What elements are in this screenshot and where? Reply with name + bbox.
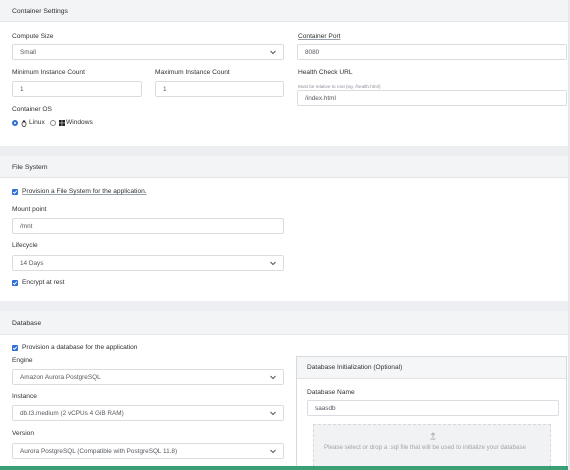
windows-icon <box>59 120 65 126</box>
provision-file-system-label: Provision a File System for the applicat… <box>22 188 147 195</box>
engine-value: Amazon Aurora PostgreSQL <box>20 374 101 381</box>
container-port-input[interactable]: 8080 <box>297 44 567 60</box>
max-instance-count-input[interactable]: 1 <box>155 81 284 97</box>
engine-label: Engine <box>12 357 33 364</box>
section-divider <box>0 146 570 156</box>
max-instance-count-label: Maximum Instance Count <box>155 69 230 76</box>
os-windows-label: Windows <box>66 119 93 126</box>
database-name-value: saasdb <box>315 405 336 412</box>
sql-file-dropzone[interactable]: Please select or drop a .sql file that w… <box>313 424 551 467</box>
version-select[interactable]: Aurora PostgreSQL (Compatible with Postg… <box>12 443 284 459</box>
container-port-label: Container Port <box>298 33 341 40</box>
chevron-down-icon <box>270 261 276 266</box>
encrypt-at-rest-label: Encrypt at rest <box>22 279 65 286</box>
upload-icon <box>430 432 436 440</box>
min-instance-count-value: 1 <box>20 86 24 93</box>
database-name-input[interactable]: saasdb <box>307 400 559 416</box>
section-title: Container Settings <box>12 8 68 15</box>
compute-size-select[interactable]: Small <box>12 44 284 60</box>
database-header: Database <box>0 311 570 335</box>
linux-icon <box>21 119 27 127</box>
health-check-url-value: /index.html <box>305 95 336 102</box>
container-port-value: 8080 <box>305 49 320 56</box>
file-system-header: File System <box>0 156 570 178</box>
container-settings-header: Container Settings <box>0 0 570 22</box>
version-label: Version <box>12 430 34 437</box>
mount-point-input[interactable]: /mnt <box>12 218 284 234</box>
os-linux-label: Linux <box>29 119 45 126</box>
panel-header: Database Initialization (Optional) <box>297 357 566 379</box>
lifecycle-label: Lifecycle <box>12 242 38 249</box>
provision-file-system-checkbox[interactable] <box>12 189 18 195</box>
chevron-down-icon <box>270 50 276 55</box>
compute-size-value: Small <box>20 49 36 56</box>
lifecycle-select[interactable]: 14 Days <box>12 255 284 271</box>
checkmark-icon <box>12 346 18 351</box>
mount-point-label: Mount point <box>12 206 47 213</box>
panel-title: Database Initialization (Optional) <box>307 364 403 371</box>
container-os-label: Container OS <box>12 106 52 113</box>
checkmark-icon <box>12 281 18 286</box>
section-divider <box>0 301 570 311</box>
section-title: File System <box>12 164 48 171</box>
min-instance-count-label: Minimum Instance Count <box>12 69 85 76</box>
database-name-label: Database Name <box>307 389 355 396</box>
os-linux-radio[interactable] <box>12 120 18 126</box>
checkmark-icon <box>12 190 18 195</box>
encrypt-at-rest-checkbox[interactable] <box>12 280 18 286</box>
mount-point-value: /mnt <box>20 223 33 230</box>
max-instance-count-value: 1 <box>163 86 167 93</box>
chevron-down-icon <box>270 449 276 454</box>
dropzone-text: Please select or drop a .sql file that w… <box>324 444 526 451</box>
engine-select[interactable]: Amazon Aurora PostgreSQL <box>12 369 284 385</box>
provision-database-checkbox[interactable] <box>12 345 18 351</box>
compute-size-label: Compute Size <box>12 33 54 40</box>
instance-value: db.t3.medium (2 vCPUs 4 GiB RAM) <box>20 410 124 417</box>
chevron-down-icon <box>270 411 276 416</box>
min-instance-count-input[interactable]: 1 <box>12 81 142 97</box>
section-title: Database <box>12 320 42 327</box>
health-check-url-hint: Must be relative to root (eg. /health.ht… <box>298 84 381 89</box>
os-windows-radio[interactable] <box>50 120 56 126</box>
bottom-accent-bar <box>0 466 570 470</box>
instance-label: Instance <box>12 393 37 400</box>
provision-database-label: Provision a database for the application <box>22 344 138 351</box>
lifecycle-value: 14 Days <box>20 260 44 267</box>
health-check-url-input[interactable]: /index.html <box>297 90 567 106</box>
database-initialization-panel: Database Initialization (Optional) Datab… <box>296 356 567 468</box>
health-check-url-label: Health Check URL <box>298 69 353 76</box>
chevron-down-icon <box>270 375 276 380</box>
version-value: Aurora PostgreSQL (Compatible with Postg… <box>20 448 178 455</box>
instance-select[interactable]: db.t3.medium (2 vCPUs 4 GiB RAM) <box>12 405 284 421</box>
